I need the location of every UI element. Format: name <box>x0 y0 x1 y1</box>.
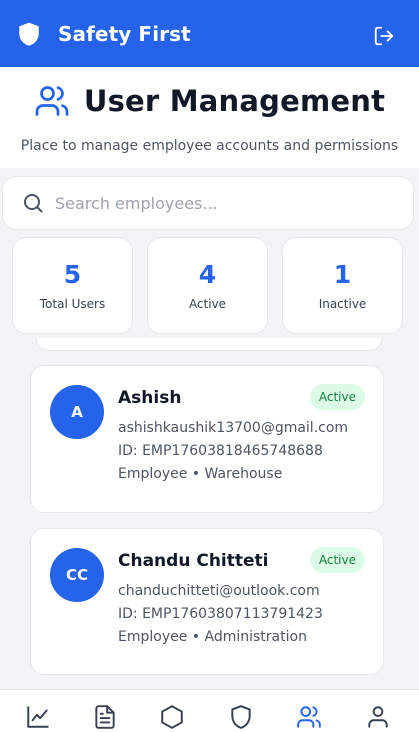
page-title: User Management <box>83 84 386 118</box>
app-header: Safety First <box>0 0 419 67</box>
user-card[interactable]: A Ashish Active ashishkaushik13700@gmail… <box>30 365 384 513</box>
user-email: chanduchitteti@outlook.com <box>118 583 320 599</box>
avatar: CC <box>50 548 104 602</box>
stat-card-inactive: 1 Inactive <box>282 237 403 334</box>
shield-logo-icon <box>16 20 42 48</box>
users-icon <box>297 706 321 728</box>
user-email: ashishkaushik13700@gmail.com <box>118 420 349 436</box>
bottom-nav <box>0 689 419 732</box>
page-subtitle: Place to manage employee accounts and pe… <box>20 138 399 154</box>
users-icon <box>34 83 70 119</box>
user-role-department: Employee • Administration <box>118 629 307 645</box>
status-badge: Active <box>309 384 365 410</box>
shield-icon <box>231 705 251 729</box>
user-name: Ashish <box>118 388 182 408</box>
stat-value: 5 <box>63 260 82 289</box>
nav-item-safety[interactable] <box>227 703 255 731</box>
logout-icon <box>374 26 394 46</box>
logout-button[interactable] <box>373 25 395 47</box>
user-list[interactable]: A Ashish Active ashishkaushik13700@gmail… <box>0 338 419 689</box>
hexagon-icon <box>161 705 183 729</box>
nav-item-profile[interactable] <box>364 703 392 731</box>
search-icon <box>21 191 45 215</box>
search-input[interactable] <box>55 193 395 213</box>
stat-label: Total Users <box>39 297 106 311</box>
status-badge: Active <box>309 547 365 573</box>
list-item <box>36 338 382 351</box>
app-title: Safety First <box>58 21 191 46</box>
user-icon <box>368 706 388 728</box>
stat-value: 1 <box>333 260 352 289</box>
user-id: ID: EMP17603807113791423 <box>118 606 323 622</box>
search-bar <box>2 176 414 230</box>
user-name: Chandu Chitteti <box>118 551 269 571</box>
stat-card-active: 4 Active <box>147 237 268 334</box>
user-id: ID: EMP17603818465748688 <box>118 443 323 459</box>
nav-item-dashboard[interactable] <box>24 703 52 731</box>
user-role-department: Employee • Warehouse <box>118 466 283 482</box>
document-icon <box>95 705 115 729</box>
nav-item-hazards[interactable] <box>158 703 186 731</box>
nav-item-users[interactable] <box>295 703 323 731</box>
chart-icon <box>27 706 49 728</box>
page-header: User Management Place to manage employee… <box>0 67 419 168</box>
avatar: A <box>50 385 104 439</box>
stat-label: Inactive <box>318 297 367 311</box>
user-card[interactable]: CC Chandu Chitteti Active chanduchitteti… <box>30 528 384 675</box>
stat-value: 4 <box>198 260 217 289</box>
nav-item-reports[interactable] <box>91 703 119 731</box>
stat-label: Active <box>188 297 227 311</box>
title-row: User Management <box>0 83 419 119</box>
stat-card-total-users: 5 Total Users <box>12 237 133 334</box>
